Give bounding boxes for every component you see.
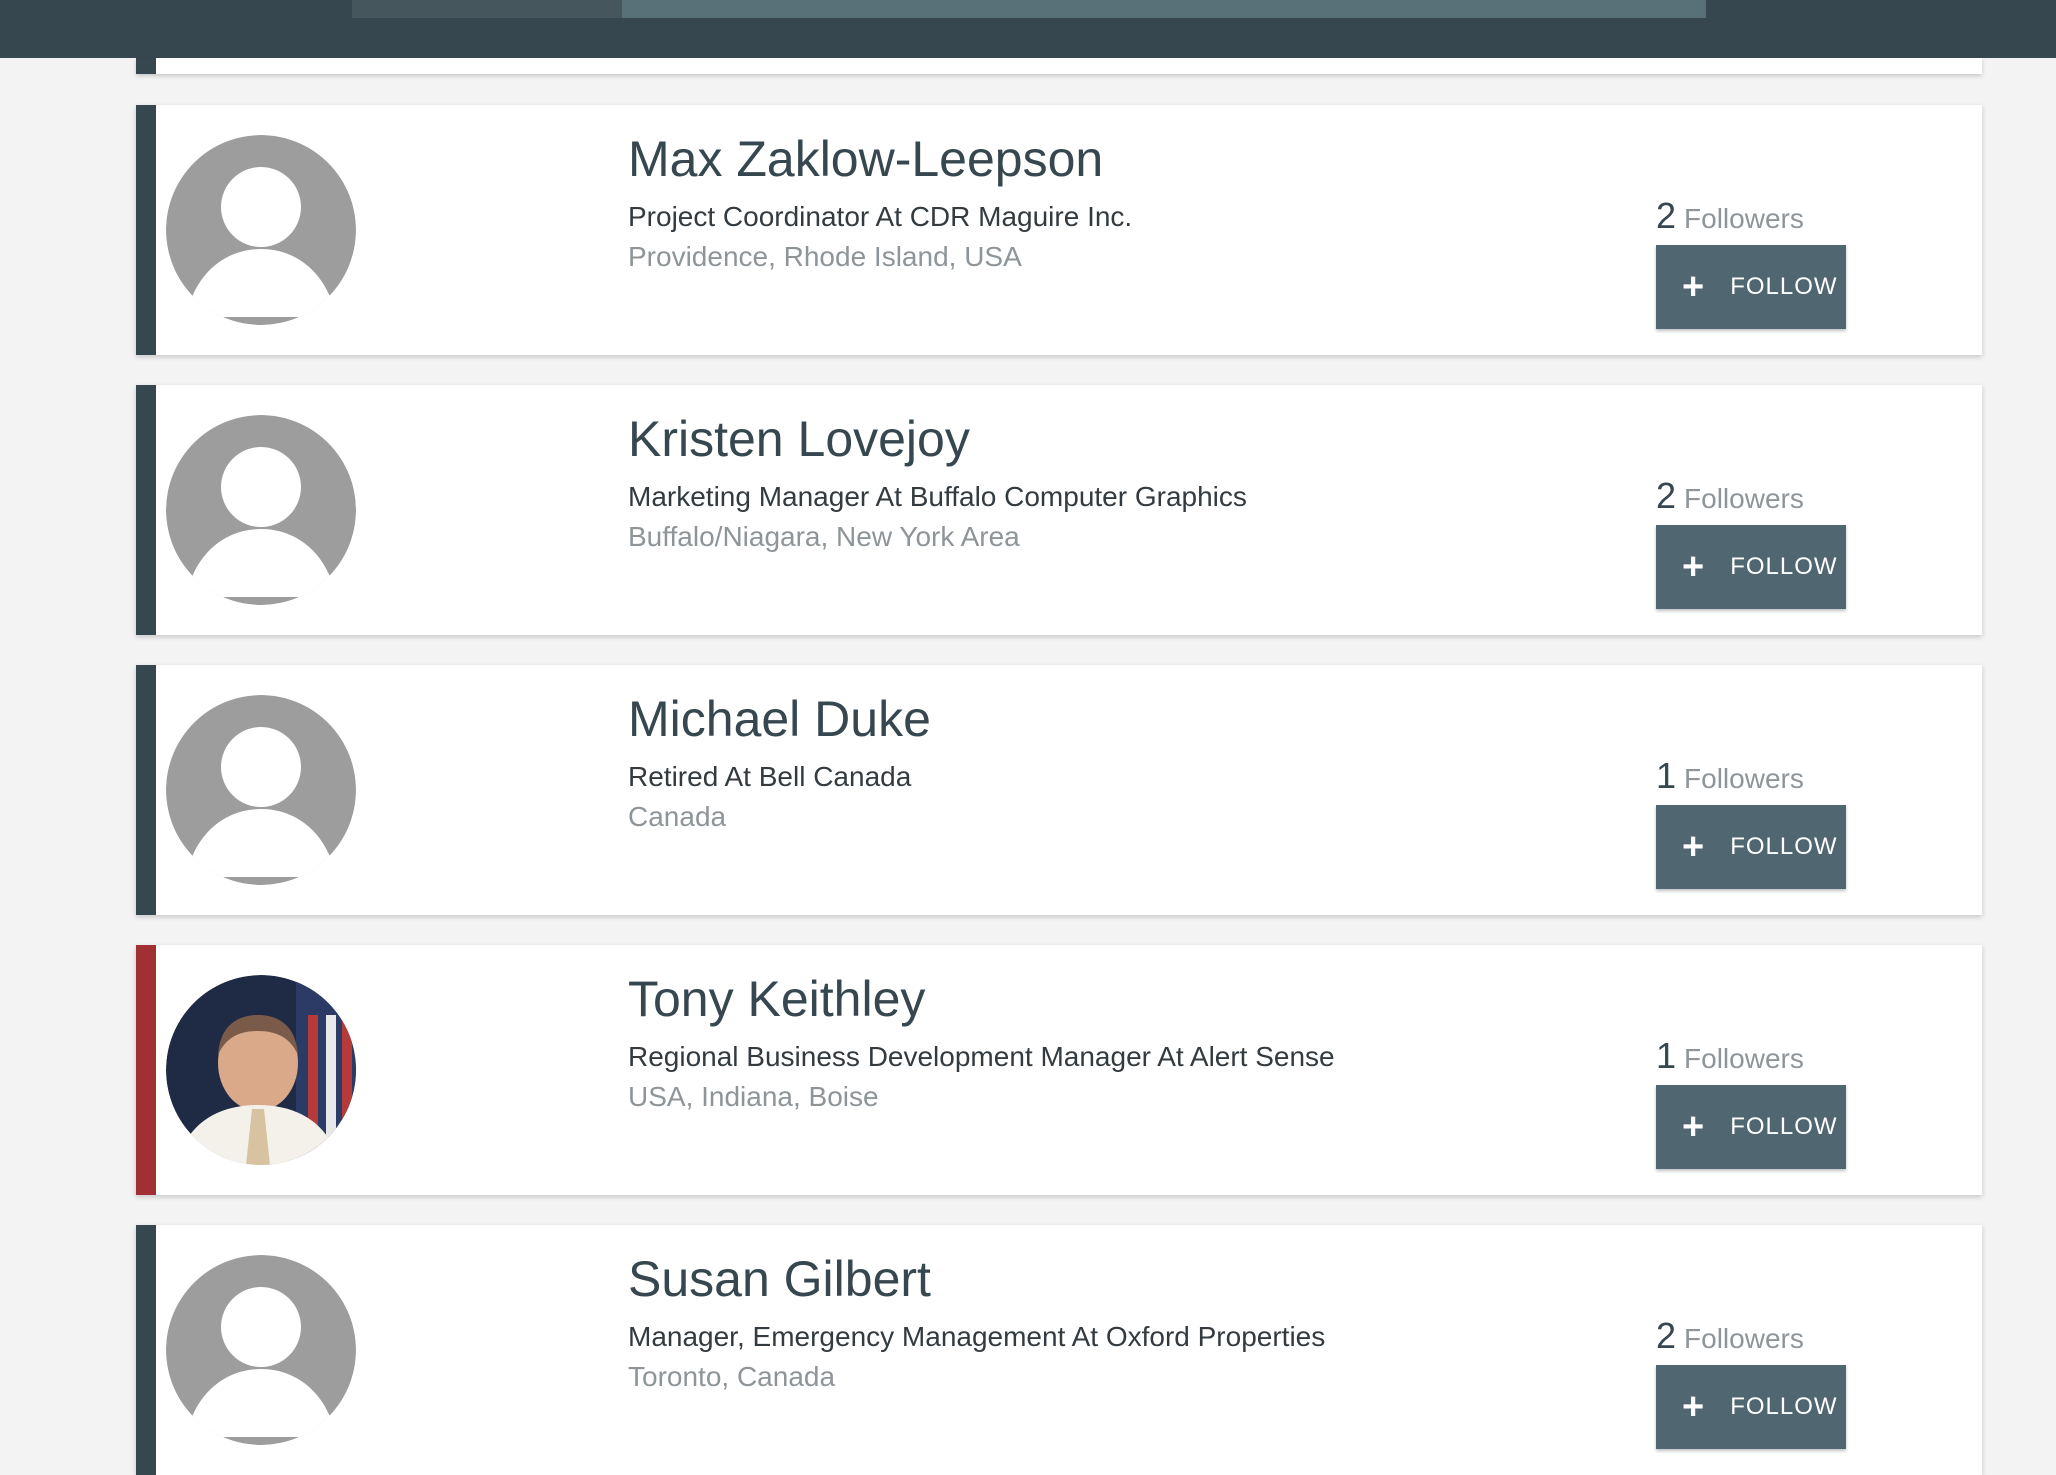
card-accent-bar — [136, 1225, 156, 1475]
person-name[interactable]: Tony Keithley — [628, 969, 1628, 1029]
follow-button-label: FOLLOW — [1730, 833, 1838, 860]
plus-icon: + — [1682, 1386, 1705, 1428]
followers-count: 2 Followers — [1656, 475, 1946, 517]
plus-icon: + — [1682, 546, 1705, 588]
follow-button-label: FOLLOW — [1730, 553, 1838, 580]
default-avatar-icon[interactable] — [166, 1255, 356, 1445]
card-accent-bar — [136, 105, 156, 355]
person-card: Michael Duke Retired At Bell Canada Cana… — [136, 665, 1982, 915]
person-name[interactable]: Kristen Lovejoy — [628, 409, 1628, 469]
followers-label: Followers — [1684, 1323, 1804, 1354]
card-accent-bar — [136, 945, 156, 1195]
follow-button-label: FOLLOW — [1730, 1113, 1838, 1140]
followers-label: Followers — [1684, 763, 1804, 794]
followers-number: 2 — [1656, 475, 1677, 516]
person-title: Retired At Bell Canada — [628, 761, 912, 792]
followers-label: Followers — [1684, 1043, 1804, 1074]
default-avatar-icon[interactable] — [166, 695, 356, 885]
card-accent-bar — [136, 385, 156, 635]
top-navigation-bar — [0, 0, 2056, 58]
person-info: Kristen Lovejoy Marketing Manager At Buf… — [628, 409, 1628, 557]
person-card-partial — [136, 58, 1982, 74]
person-title: Regional Business Development Manager At… — [628, 1041, 1335, 1072]
followers-number: 1 — [1656, 755, 1677, 796]
person-name[interactable]: Max Zaklow-Leepson — [628, 129, 1628, 189]
person-info: Michael Duke Retired At Bell Canada Cana… — [628, 689, 1628, 837]
followers-count: 2 Followers — [1656, 1315, 1946, 1357]
follow-button[interactable]: + FOLLOW — [1656, 1365, 1846, 1449]
follow-button-label: FOLLOW — [1730, 1393, 1838, 1420]
profile-photo[interactable] — [166, 975, 356, 1165]
follow-button[interactable]: + FOLLOW — [1656, 1085, 1846, 1169]
person-location: Buffalo/Niagara, New York Area — [628, 521, 1020, 552]
followers-count: 1 Followers — [1656, 1035, 1946, 1077]
card-accent-bar — [136, 58, 156, 74]
plus-icon: + — [1682, 266, 1705, 308]
nav-tab-active[interactable] — [622, 0, 1706, 18]
person-info: Max Zaklow-Leepson Project Coordinator A… — [628, 129, 1628, 277]
person-name[interactable]: Michael Duke — [628, 689, 1628, 749]
followers-number: 2 — [1656, 195, 1677, 236]
person-name[interactable]: Susan Gilbert — [628, 1249, 1628, 1309]
person-card: Susan Gilbert Manager, Emergency Managem… — [136, 1225, 1982, 1475]
nav-tab-strip — [352, 0, 1706, 18]
person-card: Kristen Lovejoy Marketing Manager At Buf… — [136, 385, 1982, 635]
followers-number: 1 — [1656, 1035, 1677, 1076]
person-location: USA, Indiana, Boise — [628, 1081, 879, 1112]
default-avatar-icon[interactable] — [166, 135, 356, 325]
person-location: Toronto, Canada — [628, 1361, 836, 1392]
person-info: Tony Keithley Regional Business Developm… — [628, 969, 1628, 1117]
follow-button[interactable]: + FOLLOW — [1656, 245, 1846, 329]
person-card: Max Zaklow-Leepson Project Coordinator A… — [136, 105, 1982, 355]
default-avatar-icon[interactable] — [166, 415, 356, 605]
follow-button-label: FOLLOW — [1730, 273, 1838, 300]
person-location: Canada — [628, 801, 727, 832]
followers-label: Followers — [1684, 203, 1804, 234]
followers-number: 2 — [1656, 1315, 1677, 1356]
person-info: Susan Gilbert Manager, Emergency Managem… — [628, 1249, 1628, 1397]
card-accent-bar — [136, 665, 156, 915]
followers-label: Followers — [1684, 483, 1804, 514]
person-title: Marketing Manager At Buffalo Computer Gr… — [628, 481, 1247, 512]
follow-button[interactable]: + FOLLOW — [1656, 805, 1846, 889]
person-title: Project Coordinator At CDR Maguire Inc. — [628, 201, 1133, 232]
followers-count: 1 Followers — [1656, 755, 1946, 797]
plus-icon: + — [1682, 1106, 1705, 1148]
person-location: Providence, Rhode Island, USA — [628, 241, 1022, 272]
plus-icon: + — [1682, 826, 1705, 868]
follow-button[interactable]: + FOLLOW — [1656, 525, 1846, 609]
followers-count: 2 Followers — [1656, 195, 1946, 237]
person-card: Tony Keithley Regional Business Developm… — [136, 945, 1982, 1195]
person-title: Manager, Emergency Management At Oxford … — [628, 1321, 1326, 1352]
